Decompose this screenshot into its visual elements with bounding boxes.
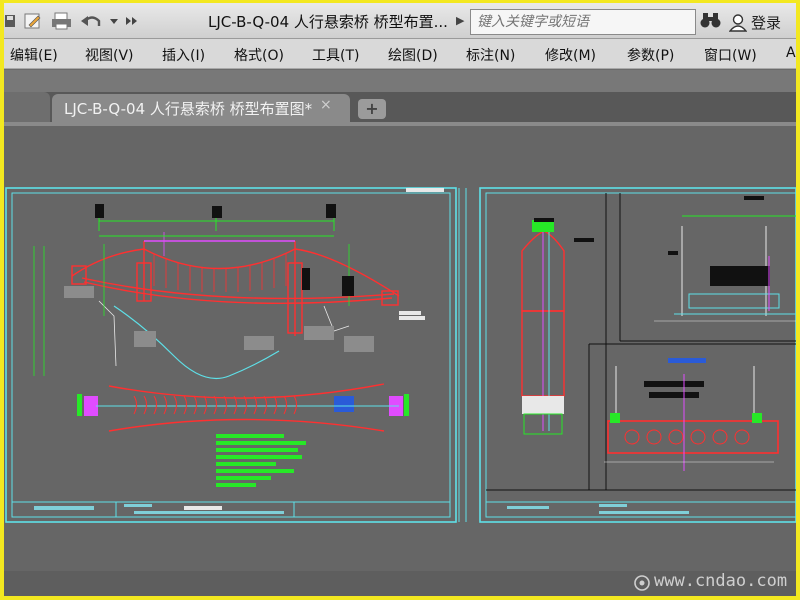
watermark-text: www.cndao.com [654,571,788,591]
user-icon [729,13,747,32]
add-tab-button[interactable]: + [358,99,386,119]
tab-previous-file[interactable] [4,92,50,122]
section-view [604,358,779,471]
menu-tools[interactable]: 工具(T) [312,45,359,65]
search-input[interactable] [470,9,696,35]
document-title: LJC-B-Q-04 人行悬索桥 桥型布置... [208,13,448,31]
title-bar: LJC-B-Q-04 人行悬索桥 桥型布置... ▶ 登录 [4,3,796,39]
binoculars-icon[interactable] [700,11,722,29]
title-block-text [34,506,94,510]
drawing-notes [216,434,306,487]
menu-bar: 编辑(E) 视图(V) 插入(I) 格式(O) 工具(T) 绘图(D) 标注(N… [4,39,796,69]
drawing-canvas[interactable] [4,126,796,571]
bridge-plan [77,383,409,432]
deck-cross-section [654,196,796,322]
menu-insert[interactable]: 插入(I) [162,45,205,65]
menu-parametric[interactable]: 参数(P) [627,45,674,65]
menu-view[interactable]: 视图(V) [85,45,134,65]
menu-more[interactable]: A [786,45,796,61]
login-label: 登录 [751,14,782,32]
tab-label: LJC-B-Q-04 人行悬索桥 桥型布置图* [64,100,313,118]
search-expand-icon[interactable]: ▶ [456,14,464,27]
watermark-logo-icon [634,575,650,591]
menu-modify[interactable]: 修改(M) [545,45,596,65]
more-icon[interactable] [124,10,140,32]
close-icon[interactable]: × [320,97,332,113]
edit-icon[interactable] [21,10,45,32]
tower-elevation [521,218,594,435]
save-icon[interactable] [4,10,18,32]
dropdown-icon[interactable] [107,10,121,32]
login-button[interactable]: 登录 [729,12,781,33]
undo-icon[interactable] [78,10,104,32]
menu-dimension[interactable]: 标注(N) [466,45,515,65]
app-window: LJC-B-Q-04 人行悬索桥 桥型布置... ▶ 登录 编辑(E) 视图(V… [4,3,796,596]
cad-drawing [5,187,796,523]
menu-draw[interactable]: 绘图(D) [388,45,438,65]
file-tab-bar: LJC-B-Q-04 人行悬索桥 桥型布置图* × + [4,92,796,122]
bridge-elevation [33,204,425,380]
menu-edit[interactable]: 编辑(E) [10,45,58,65]
menu-window[interactable]: 窗口(W) [704,45,757,65]
right-sheet-border [479,187,796,523]
menu-format[interactable]: 格式(O) [234,45,284,65]
print-icon[interactable] [49,10,75,32]
ribbon-strip [4,70,796,92]
tab-active-file[interactable]: LJC-B-Q-04 人行悬索桥 桥型布置图* [52,94,350,122]
